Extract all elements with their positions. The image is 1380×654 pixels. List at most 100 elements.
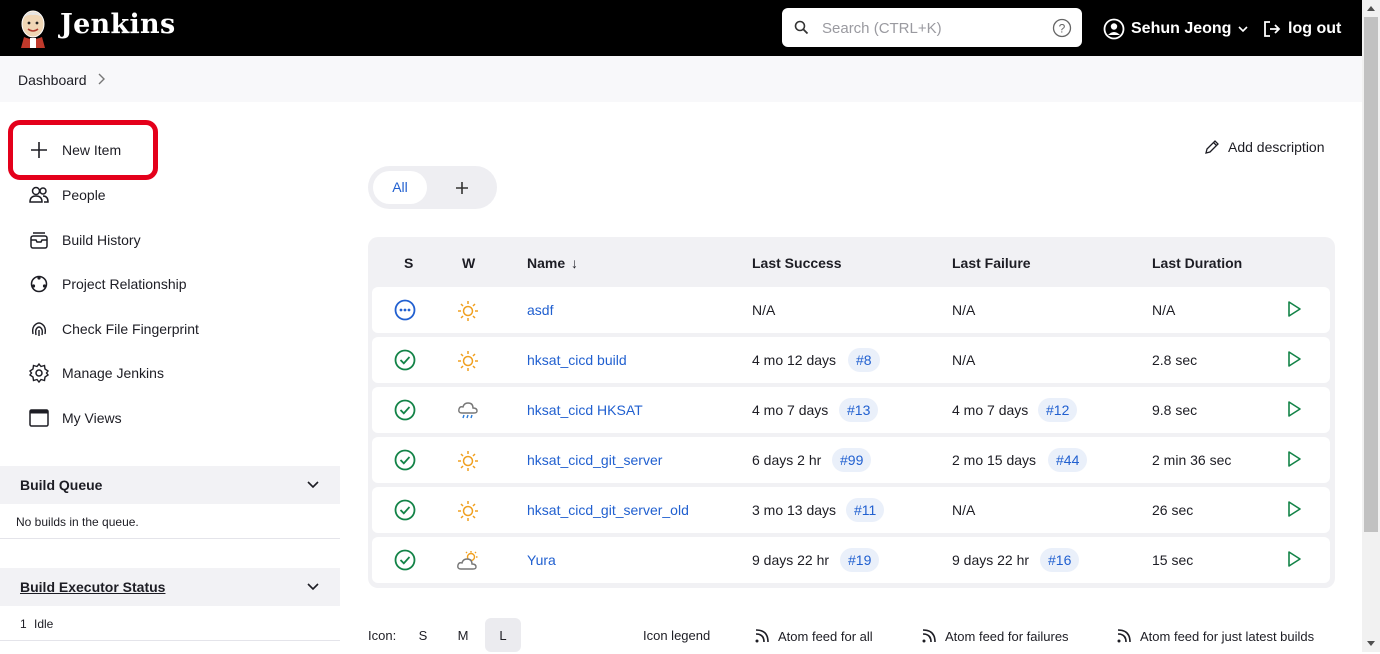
jenkins-logo[interactable] xyxy=(16,8,50,48)
icon-legend-link[interactable]: Icon legend xyxy=(643,628,710,643)
divider xyxy=(0,640,340,641)
header-last-success[interactable]: Last Success xyxy=(752,255,842,271)
chevron-right-icon[interactable] xyxy=(96,72,108,86)
sunny-weather-icon xyxy=(458,501,478,521)
executor-status: Idle xyxy=(34,617,54,631)
logout-icon xyxy=(1264,21,1281,37)
atom-feed-latest-link[interactable]: Atom feed for just latest builds xyxy=(1116,628,1314,644)
task-my-views[interactable]: My Views xyxy=(28,406,122,430)
chevron-down-icon[interactable] xyxy=(306,478,320,492)
executor-number: 1 xyxy=(20,617,27,631)
last-success: 4 mo 12 days xyxy=(752,352,837,368)
executor-header[interactable]: Build Executor Status xyxy=(0,568,340,606)
icon-size-l[interactable]: L xyxy=(485,618,521,652)
scrollbar-thumb[interactable] xyxy=(1364,17,1378,532)
last-duration: 9.8 sec xyxy=(1152,402,1198,418)
icon-size-s[interactable]: S xyxy=(405,618,441,652)
play-icon[interactable] xyxy=(1284,449,1304,469)
last-duration: 2 min 36 sec xyxy=(1152,452,1232,468)
job-name-link[interactable]: hksat_cicd HKSAT xyxy=(527,402,643,418)
build-history-icon xyxy=(30,232,48,249)
build-queue-title: Build Queue xyxy=(20,477,103,493)
build-badge[interactable]: #12 xyxy=(1038,398,1078,422)
in-progress-status-icon xyxy=(394,299,416,321)
search-icon xyxy=(794,20,809,35)
icon-size-label: Icon: xyxy=(368,628,397,643)
scroll-up-icon[interactable] xyxy=(1362,0,1380,17)
sunny-weather-icon xyxy=(458,301,478,321)
user-menu[interactable]: Sehun Jeong xyxy=(1103,16,1249,42)
add-view-icon[interactable] xyxy=(452,178,472,198)
last-failure: 2 mo 15 days xyxy=(952,452,1037,468)
job-name-link[interactable]: asdf xyxy=(527,302,553,318)
success-status-icon xyxy=(394,499,416,521)
header-status[interactable]: S xyxy=(404,255,413,271)
task-manage-jenkins[interactable]: Manage Jenkins xyxy=(28,361,164,385)
header-weather[interactable]: W xyxy=(462,255,475,271)
play-icon[interactable] xyxy=(1284,549,1304,569)
success-status-icon xyxy=(394,349,416,371)
build-badge[interactable]: #11 xyxy=(846,498,885,522)
header-last-failure[interactable]: Last Failure xyxy=(952,255,1031,271)
table-row: hksat_cicd HKSAT 4 mo 7 days #13 4 mo 7 … xyxy=(372,387,1330,433)
logout-label: log out xyxy=(1288,20,1342,37)
build-badge[interactable]: #99 xyxy=(832,448,872,472)
view-tabs: All xyxy=(368,166,497,209)
build-badge[interactable]: #44 xyxy=(1048,448,1088,472)
success-status-icon xyxy=(394,449,416,471)
play-icon[interactable] xyxy=(1284,399,1304,419)
last-duration: N/A xyxy=(1152,302,1176,318)
play-icon[interactable] xyxy=(1284,299,1304,319)
job-name-link[interactable]: Yura xyxy=(527,552,556,568)
task-check-fingerprint[interactable]: Check File Fingerprint xyxy=(28,317,199,341)
task-label: Check File Fingerprint xyxy=(62,321,199,337)
pencil-icon xyxy=(1205,140,1219,154)
table-row: hksat_cicd_git_server_old 3 mo 13 days #… xyxy=(372,487,1330,533)
build-badge[interactable]: #16 xyxy=(1040,548,1080,572)
search-box[interactable]: ? xyxy=(782,8,1082,47)
tab-all[interactable]: All xyxy=(373,171,427,204)
partly-cloudy-weather-icon xyxy=(457,551,478,570)
task-project-relationship[interactable]: Project Relationship xyxy=(28,272,187,296)
task-people[interactable]: People xyxy=(28,183,106,207)
build-queue-header[interactable]: Build Queue xyxy=(0,466,340,504)
vertical-scrollbar[interactable] xyxy=(1362,0,1380,652)
task-new-item[interactable]: New Item xyxy=(28,138,121,162)
add-description-link[interactable]: Add description xyxy=(1204,139,1325,155)
atom-feed-all-link[interactable]: Atom feed for all xyxy=(754,628,873,644)
play-icon[interactable] xyxy=(1284,499,1304,519)
header-last-duration[interactable]: Last Duration xyxy=(1152,255,1242,271)
svg-text:?: ? xyxy=(1059,22,1066,36)
help-icon[interactable]: ? xyxy=(1052,18,1072,38)
task-build-history[interactable]: Build History xyxy=(28,228,141,252)
breadcrumb-dashboard[interactable]: Dashboard xyxy=(18,72,87,88)
last-duration: 26 sec xyxy=(1152,502,1194,518)
logout-link[interactable]: log out xyxy=(1262,16,1341,42)
search-input[interactable] xyxy=(822,16,1042,40)
build-badge[interactable]: #13 xyxy=(839,398,879,422)
build-badge[interactable]: #8 xyxy=(848,348,880,372)
table-row: asdf N/A N/A N/A xyxy=(372,287,1330,333)
job-name-link[interactable]: hksat_cicd_git_server_old xyxy=(527,502,689,518)
job-name-link[interactable]: hksat_cicd build xyxy=(527,352,627,368)
brand-title[interactable]: Jenkins xyxy=(60,9,175,40)
atom-feed-failures-link[interactable]: Atom feed for failures xyxy=(921,628,1069,644)
last-success: 9 days 22 hr xyxy=(752,552,830,568)
last-success: 6 days 2 hr xyxy=(752,452,822,468)
header-name[interactable]: Name xyxy=(527,255,565,271)
executor-title[interactable]: Build Executor Status xyxy=(20,579,165,595)
chevron-down-icon[interactable] xyxy=(306,580,320,594)
icon-size-m[interactable]: M xyxy=(445,618,481,652)
job-name-link[interactable]: hksat_cicd_git_server xyxy=(527,452,662,468)
task-label: Manage Jenkins xyxy=(62,365,164,381)
play-icon[interactable] xyxy=(1284,349,1304,369)
window-icon xyxy=(29,409,49,427)
chevron-down-icon[interactable] xyxy=(1237,23,1249,35)
build-queue-empty: No builds in the queue. xyxy=(16,515,139,529)
build-badge[interactable]: #19 xyxy=(840,548,880,572)
atom-feed-latest-label: Atom feed for just latest builds xyxy=(1140,628,1315,644)
last-failure: N/A xyxy=(952,352,976,368)
scroll-down-icon[interactable] xyxy=(1362,635,1380,652)
task-label: My Views xyxy=(62,410,122,426)
last-duration: 2.8 sec xyxy=(1152,352,1198,368)
